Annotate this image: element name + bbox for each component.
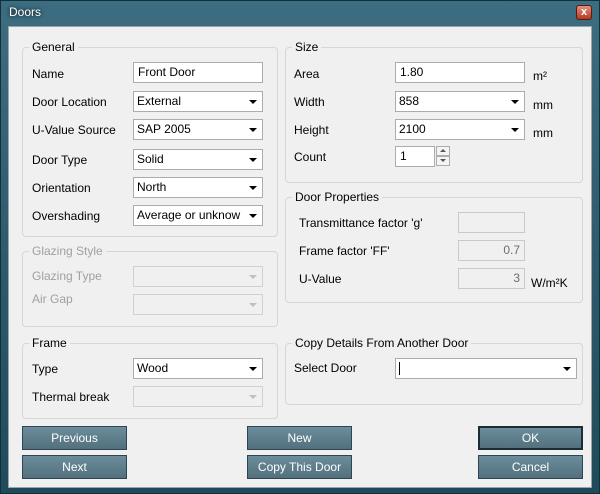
overshading-label: Overshading bbox=[32, 209, 101, 223]
frame-group: Frame Type Wood Thermal break bbox=[22, 336, 278, 419]
text-caret bbox=[399, 362, 400, 376]
dropdown-arrow-icon bbox=[249, 214, 257, 218]
copy-this-door-button[interactable]: Copy This Door bbox=[247, 455, 352, 479]
door-location-select[interactable]: External bbox=[133, 91, 263, 112]
new-button[interactable]: New bbox=[247, 426, 352, 450]
door-properties-title: Door Properties bbox=[292, 190, 383, 204]
dropdown-arrow-icon bbox=[511, 128, 519, 132]
uvalue-field: 3 bbox=[458, 268, 525, 289]
title-bar[interactable]: Doors x bbox=[1, 1, 599, 25]
dropdown-arrow-icon bbox=[511, 100, 519, 104]
width-label: Width bbox=[294, 95, 325, 109]
dropdown-arrow-icon bbox=[249, 395, 257, 399]
size-group: Size Area 1.80 m² Width 858 mm Height 21… bbox=[285, 40, 583, 183]
height-select[interactable]: 2100 bbox=[395, 119, 525, 140]
frame-factor-label: Frame factor 'FF' bbox=[299, 244, 390, 258]
window-title: Doors bbox=[9, 5, 42, 19]
count-spinner[interactable] bbox=[436, 146, 450, 167]
door-properties-group: Door Properties Transmittance factor 'g'… bbox=[285, 190, 583, 303]
door-type-label: Door Type bbox=[32, 153, 88, 167]
select-door-label: Select Door bbox=[294, 361, 357, 375]
select-door-combo[interactable] bbox=[395, 358, 577, 379]
door-location-label: Door Location bbox=[32, 95, 107, 109]
glazing-style-group: Glazing Style Glazing Type Air Gap bbox=[22, 244, 278, 327]
name-label: Name bbox=[32, 67, 65, 81]
glazing-type-label: Glazing Type bbox=[32, 269, 102, 283]
dropdown-arrow-icon bbox=[249, 367, 257, 371]
air-gap-select[interactable] bbox=[133, 294, 263, 315]
dropdown-arrow-icon bbox=[563, 367, 571, 371]
dropdown-arrow-icon bbox=[249, 100, 257, 104]
orientation-label: Orientation bbox=[32, 181, 91, 195]
glazing-type-select[interactable] bbox=[133, 266, 263, 287]
general-group: General Name Front Door Door Location Ex… bbox=[22, 40, 278, 237]
orientation-value: North bbox=[137, 180, 167, 194]
dropdown-arrow-icon bbox=[249, 186, 257, 190]
transmittance-label: Transmittance factor 'g' bbox=[299, 216, 423, 230]
transmittance-field bbox=[458, 212, 525, 233]
height-label: Height bbox=[294, 123, 329, 137]
doors-dialog: Doors x General Name Front Door Door Loc… bbox=[0, 0, 600, 494]
frame-type-label: Type bbox=[32, 362, 59, 376]
dropdown-arrow-icon bbox=[249, 128, 257, 132]
door-location-value: External bbox=[137, 94, 182, 108]
uvalue-source-label: U-Value Source bbox=[32, 123, 116, 137]
glazing-style-title: Glazing Style bbox=[29, 244, 106, 258]
close-icon[interactable]: x bbox=[576, 5, 592, 20]
air-gap-label: Air Gap bbox=[32, 292, 73, 306]
uvalue-source-value: SAP 2005 bbox=[137, 122, 191, 136]
uvalue-source-select[interactable]: SAP 2005 bbox=[133, 119, 263, 140]
frame-group-title: Frame bbox=[29, 336, 70, 350]
general-group-title: General bbox=[29, 40, 78, 54]
door-type-value: Solid bbox=[137, 152, 164, 166]
count-label: Count bbox=[294, 150, 327, 164]
size-group-title: Size bbox=[292, 40, 322, 54]
overshading-select[interactable]: Average or unknow bbox=[133, 205, 263, 226]
width-value: 858 bbox=[399, 94, 420, 108]
width-unit: mm bbox=[533, 98, 553, 112]
dropdown-arrow-icon bbox=[249, 275, 257, 279]
cancel-button[interactable]: Cancel bbox=[478, 455, 583, 479]
ok-button[interactable]: OK bbox=[478, 426, 583, 450]
spin-down-icon[interactable] bbox=[436, 156, 450, 166]
door-type-select[interactable]: Solid bbox=[133, 149, 263, 170]
frame-factor-field: 0.7 bbox=[458, 240, 525, 261]
copy-details-group: Copy Details From Another Door Select Do… bbox=[285, 336, 583, 405]
dropdown-arrow-icon bbox=[249, 158, 257, 162]
area-label: Area bbox=[294, 67, 320, 81]
thermal-break-label: Thermal break bbox=[32, 390, 110, 404]
thermal-break-select[interactable] bbox=[133, 386, 263, 407]
dropdown-arrow-icon bbox=[249, 303, 257, 307]
name-field[interactable]: Front Door bbox=[133, 62, 263, 83]
copy-details-title: Copy Details From Another Door bbox=[292, 336, 472, 350]
uvalue-label: U-Value bbox=[299, 272, 342, 286]
uvalue-unit: W/m²K bbox=[531, 276, 568, 290]
area-unit: m² bbox=[533, 69, 547, 83]
previous-button[interactable]: Previous bbox=[22, 426, 127, 450]
width-select[interactable]: 858 bbox=[395, 91, 525, 112]
orientation-select[interactable]: North bbox=[133, 177, 263, 198]
dialog-body: General Name Front Door Door Location Ex… bbox=[8, 26, 592, 488]
next-button[interactable]: Next bbox=[22, 455, 127, 479]
overshading-value: Average or unknow bbox=[137, 208, 241, 222]
area-field[interactable]: 1.80 bbox=[395, 62, 525, 83]
frame-type-select[interactable]: Wood bbox=[133, 358, 263, 379]
spin-up-icon[interactable] bbox=[436, 146, 450, 156]
height-value: 2100 bbox=[399, 122, 426, 136]
count-field[interactable]: 1 bbox=[395, 146, 435, 167]
frame-type-value: Wood bbox=[137, 361, 169, 375]
height-unit: mm bbox=[533, 126, 553, 140]
